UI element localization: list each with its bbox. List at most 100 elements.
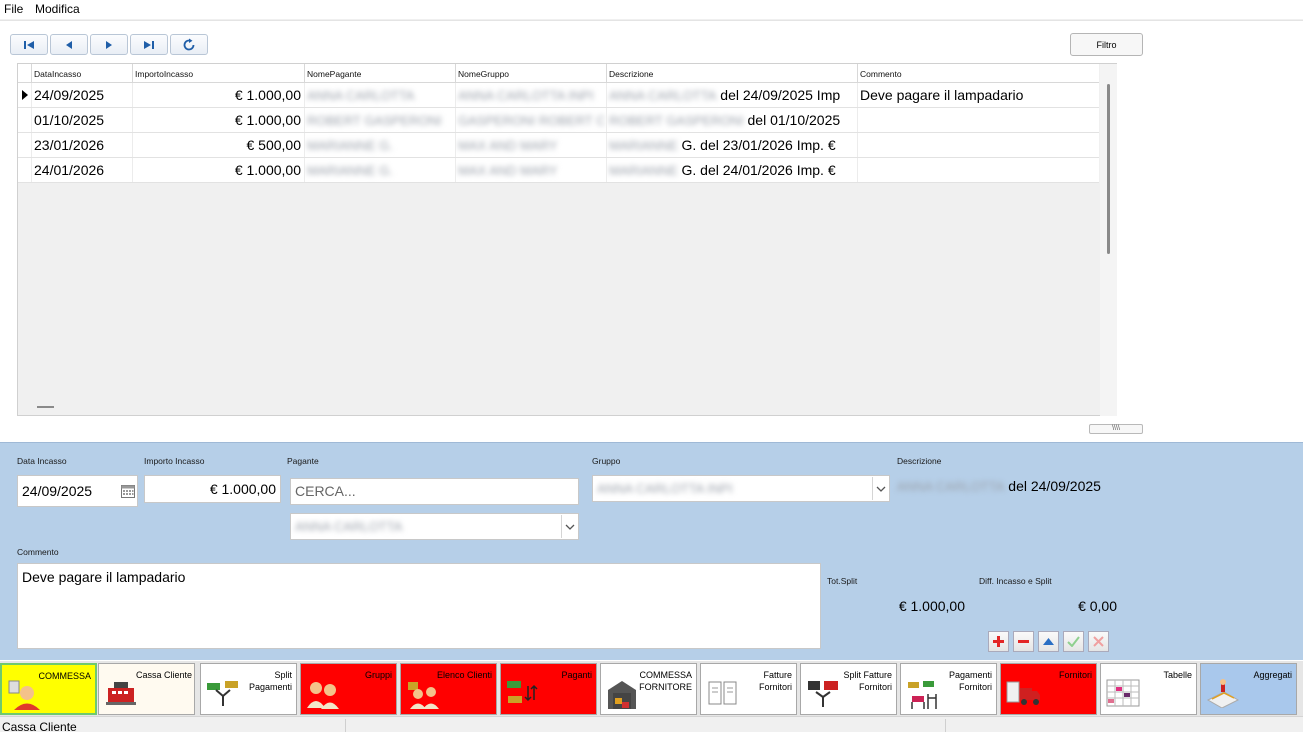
close-icon (1093, 636, 1104, 647)
column-header-commento[interactable]: Commento (857, 64, 1099, 83)
column-header-pagante[interactable]: NomePagante (304, 64, 455, 83)
chevron-down-icon (876, 486, 885, 492)
cell-pagante[interactable]: ROBERT GASPERONI (304, 108, 455, 132)
cell-gruppo[interactable]: MAX AND MARY (455, 158, 606, 182)
tab-elenco-clienti[interactable]: Elenco Clienti (400, 663, 497, 715)
gruppo-dropdown-button[interactable] (872, 477, 888, 500)
tab-pagamenti-fornitori[interactable]: Pagamenti Fornitori (900, 663, 997, 715)
tab-label: Paganti (561, 670, 592, 680)
confirm-button[interactable] (1063, 631, 1084, 652)
cell-commento[interactable] (857, 108, 1099, 132)
cell-importo[interactable]: € 1.000,00 (132, 108, 304, 132)
cell-gruppo[interactable]: ANNA CARLOTTA INPI (455, 83, 606, 107)
tab-label: Fornitori (1058, 670, 1092, 680)
previous-record-button[interactable] (50, 34, 88, 55)
cancel-button[interactable] (1088, 631, 1109, 652)
add-button[interactable] (988, 631, 1009, 652)
tab-tabelle[interactable]: Tabelle (1100, 663, 1197, 715)
cell-data[interactable]: 24/09/2025 (31, 83, 132, 107)
delete-button[interactable] (1013, 631, 1034, 652)
cell-commento[interactable] (857, 158, 1099, 182)
tab-fatture-fornitori[interactable]: Fatture Fornitori (700, 663, 797, 715)
cell-commento[interactable]: Deve pagare il lampadario (857, 83, 1099, 107)
cell-descrizione[interactable]: MARIANNE G. del 24/01/2026 Imp. € (606, 158, 857, 182)
importo-incasso-field[interactable]: € 1.000,00 (144, 475, 281, 503)
tab-commessa-fornitore[interactable]: COMMESSA FORNITORE (600, 663, 697, 715)
pagante-dropdown-button[interactable] (561, 515, 577, 538)
menu-edit[interactable]: Modifica (35, 2, 80, 16)
tab-cassa-cliente[interactable]: Cassa Cliente (98, 663, 195, 715)
diff-label: Diff. Incasso e Split (979, 576, 1052, 586)
cell-descrizione[interactable]: ANNA CARLOTTA del 24/09/2025 Imp (606, 83, 857, 107)
gruppo-select[interactable]: ANNA CARLOTTA INPI (592, 475, 890, 502)
vertical-scroll-thumb[interactable] (1107, 84, 1110, 254)
menu-file[interactable]: File (4, 2, 23, 16)
data-incasso-field[interactable]: 24/09/2025 (17, 475, 138, 507)
tab-gruppi[interactable]: Gruppi (300, 663, 397, 715)
vertical-scrollbar[interactable] (1100, 64, 1117, 416)
row-selector[interactable] (18, 133, 32, 157)
tab-label: Gruppi (364, 670, 392, 680)
pagante-search-input[interactable]: CERCA... (290, 478, 579, 505)
tab-aggregati[interactable]: Aggregati (1200, 663, 1297, 715)
column-header-gruppo[interactable]: NomeGruppo (455, 64, 606, 83)
calendar-icon[interactable] (121, 484, 135, 498)
horizontal-scroll-thumb[interactable] (37, 406, 54, 408)
blurred-text: ANNA CARLOTTA INPI (458, 88, 594, 103)
filter-button[interactable]: Filtro (1070, 33, 1143, 56)
cell-commento[interactable] (857, 133, 1099, 157)
blurred-text: GASPERONI ROBERT C (458, 113, 606, 128)
row-selector[interactable] (18, 83, 32, 107)
grid-header: DataIncasso ImportoIncasso NomePagante N… (18, 64, 1099, 83)
table-row[interactable]: 23/01/2026 € 500,00 MARIANNE G. MAX AND … (18, 133, 1099, 158)
move-up-button[interactable] (1038, 631, 1059, 652)
tab-commessa[interactable]: COMMESSA (0, 663, 97, 715)
pagante-select[interactable]: ANNA CARLOTTA (290, 513, 579, 540)
tab-paganti[interactable]: Paganti (500, 663, 597, 715)
cell-descrizione[interactable]: MARIANNE G. del 23/01/2026 Imp. € (606, 133, 857, 157)
table-row[interactable]: 24/01/2026 € 1.000,00 MARIANNE G. MAX AN… (18, 158, 1099, 183)
cell-gruppo[interactable]: GASPERONI ROBERT C (455, 108, 606, 132)
payments-grid: DataIncasso ImportoIncasso NomePagante N… (17, 63, 1117, 416)
cell-data[interactable]: 24/01/2026 (31, 158, 132, 182)
refresh-button[interactable] (170, 34, 208, 55)
cell-gruppo[interactable]: MAX AND MARY (455, 133, 606, 157)
cell-importo[interactable]: € 1.000,00 (132, 158, 304, 182)
cell-pagante[interactable]: MARIANNE G. (304, 158, 455, 182)
current-row-icon (22, 90, 28, 100)
commento-textarea[interactable]: Deve pagare il lampadario (17, 563, 821, 649)
aggregate-icon (1206, 679, 1240, 708)
column-header-descrizione[interactable]: Descrizione (606, 64, 857, 83)
row-selector[interactable] (18, 158, 32, 182)
split-invoice-icon (808, 681, 838, 707)
cell-pagante[interactable]: MARIANNE G. (304, 133, 455, 157)
cell-pagante[interactable]: ANNA CARLOTTA (304, 83, 455, 107)
last-record-button[interactable] (130, 34, 168, 55)
cell-descrizione[interactable]: ROBERT GASPERONI del 01/10/2025 (606, 108, 857, 132)
splitter-handle[interactable]: \\\\ (1089, 424, 1143, 434)
column-header-data[interactable]: DataIncasso (31, 64, 132, 83)
menu-separator (0, 19, 1303, 21)
cell-data[interactable]: 01/10/2025 (31, 108, 132, 132)
diff-value: € 0,00 (1078, 598, 1117, 614)
status-bar: Cassa Cliente (0, 716, 1303, 734)
tab-split-fatture-fornitori[interactable]: Split Fatture Fornitori (800, 663, 897, 715)
first-record-button[interactable] (10, 34, 48, 55)
tab-label: Split Pagamenti (248, 670, 292, 692)
table-row[interactable]: 24/09/2025 € 1.000,00 ANNA CARLOTTA ANNA… (18, 83, 1099, 108)
blurred-text: MARIANNE G. (307, 163, 393, 178)
next-record-button[interactable] (90, 34, 128, 55)
column-header-importo[interactable]: ImportoIncasso (132, 64, 304, 83)
row-selector[interactable] (18, 108, 32, 132)
descrizione-text: del 24/09/2025 (1004, 478, 1101, 494)
minus-icon (1018, 640, 1029, 643)
cell-importo[interactable]: € 500,00 (132, 133, 304, 157)
table-row[interactable]: 01/10/2025 € 1.000,00 ROBERT GASPERONI G… (18, 108, 1099, 133)
cash-register-icon (106, 682, 136, 705)
tab-label: Pagamenti Fornitori (948, 670, 992, 692)
tab-fornitori[interactable]: Fornitori (1000, 663, 1097, 715)
cell-importo[interactable]: € 1.000,00 (132, 83, 304, 107)
descrizione-text: del 24/09/2025 Imp (716, 87, 841, 103)
cell-data[interactable]: 23/01/2026 (31, 133, 132, 157)
tab-split-pagamenti[interactable]: Split Pagamenti (200, 663, 297, 715)
